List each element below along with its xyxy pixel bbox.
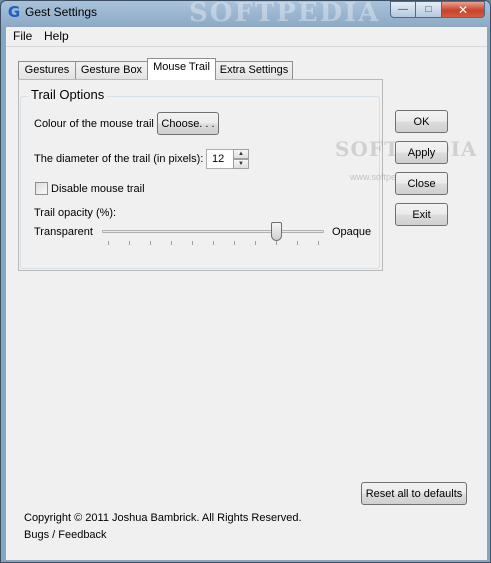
menu-bar: File Help	[6, 27, 487, 47]
slider-tick	[234, 241, 235, 245]
window-title: Gest Settings	[25, 5, 98, 19]
menu-file[interactable]: File	[9, 29, 36, 43]
copyright-text: Copyright © 2011 Joshua Bambrick. All Ri…	[24, 512, 302, 524]
slider-tick	[276, 241, 277, 245]
exit-button[interactable]: Exit	[395, 203, 448, 226]
slider-tick	[171, 241, 172, 245]
spinner-arrows: ▲ ▼	[233, 149, 249, 169]
slider-thumb[interactable]	[270, 222, 282, 241]
slider-tick	[297, 241, 298, 245]
minimize-button[interactable]: —	[390, 1, 416, 18]
titlebar-watermark: SOFTPEDIA	[189, 0, 381, 28]
slider-tick	[108, 241, 109, 245]
spin-up-icon[interactable]: ▲	[233, 149, 249, 159]
tab-mouse-trail[interactable]: Mouse Trail	[147, 58, 216, 80]
settings-window: G Gest Settings SOFTPEDIA — □ ✕ File Hel…	[0, 0, 491, 563]
tab-extra-settings[interactable]: Extra Settings	[215, 61, 293, 79]
spin-down-icon[interactable]: ▼	[233, 159, 249, 169]
diameter-spinner: 12 ▲ ▼	[206, 149, 249, 169]
diameter-label: The diameter of the trail (in pixels):	[34, 153, 204, 165]
slider-tick	[255, 241, 256, 245]
disable-trail-checkbox[interactable]	[35, 182, 48, 195]
client-area: File Help Gestures Gesture Box Mouse Tra…	[5, 26, 488, 561]
diameter-input[interactable]: 12	[206, 149, 234, 169]
opacity-slider[interactable]	[102, 220, 324, 248]
close-button[interactable]: Close	[395, 172, 448, 195]
reset-defaults-button[interactable]: Reset all to defaults	[361, 482, 467, 505]
apply-button[interactable]: Apply	[395, 141, 448, 164]
trail-options-title: Trail Options	[28, 87, 108, 102]
slider-tick	[129, 241, 130, 245]
disable-trail-label: Disable mouse trail	[51, 183, 145, 195]
caption-buttons: — □ ✕	[390, 1, 485, 19]
close-window-button[interactable]: ✕	[442, 1, 485, 18]
slider-tick	[150, 241, 151, 245]
title-bar[interactable]: G Gest Settings SOFTPEDIA — □ ✕	[1, 0, 490, 28]
choose-colour-button[interactable]: Choose. . .	[157, 112, 219, 135]
colour-label: Colour of the mouse trail	[34, 118, 154, 130]
ok-button[interactable]: OK	[395, 110, 448, 133]
maximize-button[interactable]: □	[416, 1, 442, 18]
slider-tick	[318, 241, 319, 245]
slider-tick	[213, 241, 214, 245]
tab-gestures[interactable]: Gestures	[18, 61, 76, 79]
menu-help[interactable]: Help	[40, 29, 73, 43]
bugs-feedback-link[interactable]: Bugs / Feedback	[24, 529, 107, 541]
slider-max-label: Opaque	[332, 226, 372, 238]
app-icon: G	[7, 3, 21, 21]
slider-track[interactable]	[102, 230, 324, 233]
tab-gesture-box[interactable]: Gesture Box	[75, 61, 148, 79]
opacity-label: Trail opacity (%):	[34, 207, 117, 219]
slider-min-label: Transparent	[34, 226, 93, 238]
slider-tick	[192, 241, 193, 245]
